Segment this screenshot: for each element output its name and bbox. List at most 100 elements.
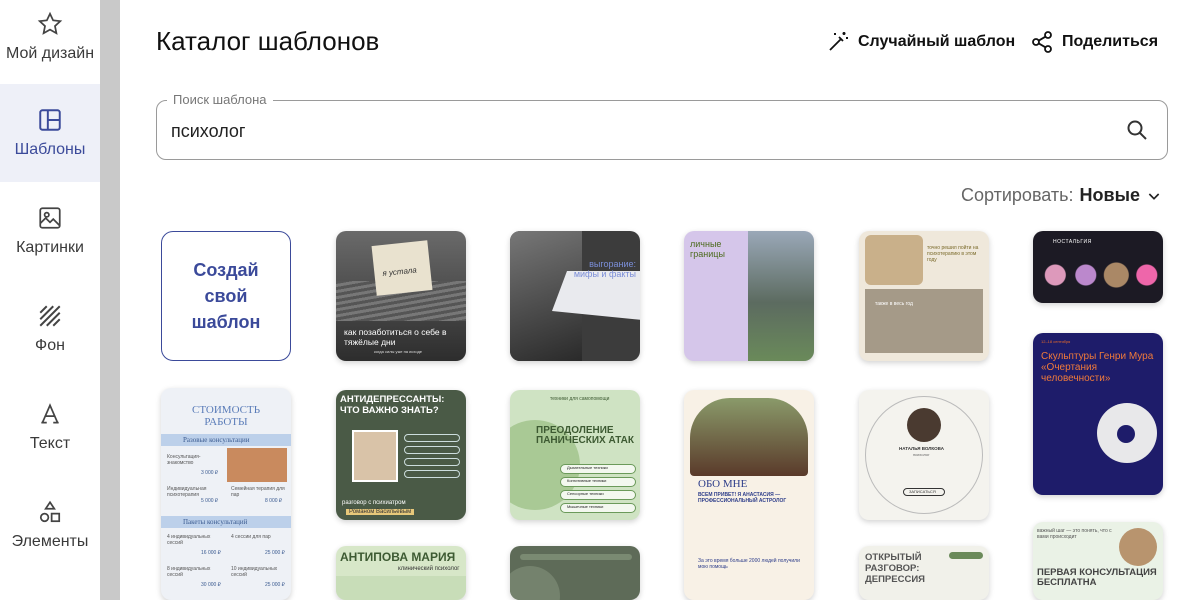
price-value: 25 000 ₽ — [265, 550, 285, 556]
random-template-button[interactable]: Случайный шаблон — [826, 30, 1015, 54]
template-card-self-care[interactable]: я устала как позаботиться о себе в тяжёл… — [336, 231, 466, 361]
template-subtitle: разговор с психиатром — [342, 500, 406, 506]
template-name: Романом Васильевым — [346, 509, 415, 515]
sidebar-item-background[interactable]: Фон — [0, 280, 100, 378]
shapes-icon — [39, 500, 61, 523]
search-legend: Поиск шаблона — [167, 92, 273, 107]
page-title: Каталог шаблонов — [156, 26, 380, 56]
section-title: Разовые консультации — [183, 436, 250, 444]
template-title: ПРЕОДОЛЕНИЕ ПАНИЧЕСКИХ АТАК — [536, 425, 635, 446]
sidebar-item-elements[interactable]: Элементы — [0, 476, 100, 574]
signup-button-label: ЗАПИСАТЬСЯ — [909, 489, 936, 494]
chevron-down-icon — [1148, 192, 1160, 200]
share-icon — [1032, 31, 1052, 53]
sidebar-item-templates[interactable]: Шаблоны — [0, 84, 100, 182]
app-root: Мой дизайн Шаблоны Картинки Фон Текст Эл… — [0, 0, 1200, 600]
text-icon — [41, 403, 59, 424]
sidebar-scrollbar[interactable] — [100, 0, 120, 600]
template-subtitle: когда силы уже на исходе — [374, 349, 423, 354]
star-icon — [37, 11, 63, 35]
price-row-label: 4 индивидуальных сессий — [167, 534, 211, 546]
background-pattern-icon — [39, 305, 61, 327]
template-subtitle: клинический психолог — [398, 566, 460, 572]
template-card-psychologist-profile[interactable]: НАТАЛЬЯ ВОЛКОВА психолог ЗАПИСАТЬСЯ — [859, 390, 989, 520]
template-title: Скульптуры Генри Мура «Очертания человеч… — [1041, 351, 1154, 384]
sidebar-item-text[interactable]: Текст — [0, 378, 100, 476]
random-template-label: Случайный шаблон — [858, 33, 1016, 50]
template-card-antidepressants[interactable]: АНТИДЕПРЕССАНТЫ: ЧТО ВАЖНО ЗНАТЬ? разгов… — [336, 390, 466, 520]
price-value: 3 000 ₽ — [201, 470, 219, 476]
template-card-depression[interactable]: ОТКРЫТЫЙ РАЗГОВОР: ДЕПРЕССИЯ — [859, 546, 989, 600]
template-photo — [227, 448, 287, 482]
sidebar-item-label: Фон — [35, 337, 65, 354]
price-value: 16 000 ₽ — [201, 550, 221, 556]
template-title: выгорание: мифы и факты — [573, 259, 636, 279]
sort-label: Сортировать: — [961, 185, 1074, 205]
share-button[interactable]: Поделиться — [1030, 30, 1158, 54]
sidebar-item-label: Мой дизайн — [5, 45, 95, 62]
template-title: АНТИДЕПРЕССАНТЫ: ЧТО ВАЖНО ЗНАТЬ? — [340, 394, 445, 416]
search-input[interactable] — [171, 117, 1071, 145]
template-card-first-consultation[interactable]: важный шаг — это понять, что с вами прои… — [1033, 522, 1163, 600]
template-card-boundaries[interactable]: личные границы — [684, 231, 814, 361]
template-card-prices[interactable]: СТОИМОСТЬ РАБОТЫ Разовые консультации Ко… — [161, 388, 291, 600]
template-photo — [690, 398, 808, 476]
share-label: Поделиться — [1062, 33, 1159, 50]
search-icon[interactable] — [1125, 118, 1149, 142]
price-value: 25 000 ₽ — [265, 582, 285, 588]
price-row-label: 4 сессии для пар — [231, 534, 271, 540]
price-row-label: Индивидуальная психотерапия — [167, 486, 207, 498]
template-card-antipova[interactable]: АНТИПОВА МАРИЯ клинический психолог — [336, 546, 466, 600]
template-title: точно решил пойти на психотерапию в этом… — [927, 245, 979, 263]
template-date: 12–18 сентября — [1041, 339, 1071, 344]
template-title: НОСТАЛЬГИЯ — [1053, 239, 1092, 245]
create-template-card[interactable]: Создай свой шаблон — [161, 231, 291, 361]
template-card-nostalgia[interactable]: НОСТАЛЬГИЯ — [1033, 231, 1163, 303]
sidebar-item-label: Картинки — [16, 239, 84, 256]
template-title: АНТИПОВА МАРИЯ — [340, 550, 456, 564]
template-photo — [748, 231, 814, 361]
price-row-label: 8 индивидуальных сессий — [167, 566, 211, 578]
template-photos — [1037, 255, 1159, 295]
template-photo — [865, 235, 923, 285]
template-title: НАТАЛЬЯ ВОЛКОВА — [899, 446, 944, 451]
sculpture-image — [1097, 403, 1157, 463]
template-subtitle: ВСЕМ ПРИВЕТ! Я АНАСТАСИЯ — ПРОФЕССИОНАЛЬ… — [698, 492, 787, 504]
sidebar-item-my-design[interactable]: Мой дизайн — [0, 0, 100, 86]
template-card-burnout[interactable]: выгорание: мифы и факты — [510, 231, 640, 361]
template-title: личные границы — [690, 239, 725, 259]
template-card-about-me[interactable]: ОБО МНЕ ВСЕМ ПРИВЕТ! Я АНАСТАСИЯ — ПРОФЕ… — [684, 390, 814, 600]
template-title: ОТКРЫТЫЙ РАЗГОВОР: ДЕПРЕССИЯ — [865, 552, 925, 585]
template-card-panic-attacks[interactable]: техники для самопомощи ПРЕОДОЛЕНИЕ ПАНИЧ… — [510, 390, 640, 520]
template-footer: За это время больше 2000 людей получили … — [698, 558, 800, 570]
price-row-label: 10 индивидуальных сессий — [231, 566, 278, 578]
sidebar-item-label: Текст — [29, 435, 71, 452]
price-row-label: Семейная терапия для пар — [231, 486, 285, 498]
sidebar-item-images[interactable]: Картинки — [0, 182, 100, 280]
template-subtitle: также в весь год — [875, 301, 913, 307]
template-title: ПЕРВАЯ КОНСУЛЬТАЦИЯ БЕСПЛАТНА — [1037, 567, 1157, 588]
template-card-henry-moore[interactable]: 12–18 сентября Скульптуры Генри Мура «Оч… — [1033, 333, 1163, 495]
template-subtitle: техники для самопомощи — [550, 396, 610, 402]
sort-value: Новые — [1079, 185, 1140, 205]
image-icon — [39, 207, 61, 229]
template-card-green-dark[interactable] — [510, 546, 640, 600]
avatar — [1119, 528, 1157, 566]
search-box[interactable]: Поиск шаблона — [156, 92, 1168, 160]
template-card-therapy-year[interactable]: точно решил пойти на психотерапию в этом… — [859, 231, 989, 361]
sidebar: Мой дизайн Шаблоны Картинки Фон Текст Эл… — [0, 0, 100, 600]
sort-dropdown[interactable]: Сортировать: Новые — [961, 185, 1162, 206]
template-icon — [39, 109, 61, 131]
sidebar-item-label: Элементы — [11, 533, 89, 550]
template-title: как позаботиться о себе в тяжёлые дни — [344, 327, 447, 347]
price-value: 5 000 ₽ — [201, 498, 219, 504]
price-value: 30 000 ₽ — [201, 582, 221, 588]
magic-wand-icon — [829, 32, 848, 51]
create-template-label: Создай свой шаблон — [191, 260, 261, 332]
template-title: СТОИМОСТЬ РАБОТЫ — [191, 404, 261, 428]
price-row-label: Консультация-знакомство — [167, 454, 201, 466]
note-paper: я устала — [371, 240, 433, 296]
avatar — [907, 408, 941, 442]
section-title: Пакеты консультаций — [183, 518, 248, 526]
template-photo — [352, 430, 398, 482]
